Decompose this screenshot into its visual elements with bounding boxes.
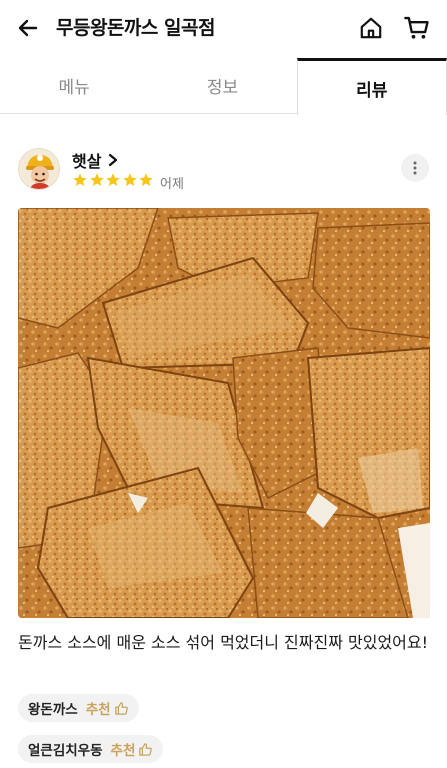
- tab-review[interactable]: 리뷰: [296, 58, 447, 115]
- home-icon: [360, 17, 382, 39]
- top-app-bar: 무등왕돈까스 일곡점: [0, 0, 447, 56]
- review-header: 햇살 어제: [18, 146, 430, 196]
- recommend-label: 추천: [111, 739, 154, 759]
- back-button[interactable]: [12, 12, 44, 44]
- character-avatar-icon: [19, 149, 59, 189]
- tab-info[interactable]: 정보: [148, 58, 296, 113]
- rating-stars: [72, 172, 155, 188]
- recommend-text: 추천: [85, 702, 111, 718]
- thumbs-up-icon: [139, 742, 153, 756]
- star-icon: [106, 173, 120, 186]
- more-vertical-icon: [413, 161, 417, 175]
- recommend-text: 추천: [110, 743, 136, 759]
- cart-icon: [404, 16, 429, 39]
- nickname-text: 햇살: [72, 152, 102, 171]
- review-text: 돈까스 소스에 매운 소스 섞어 먹었더니 진짜진짜 맛있었어요!: [18, 633, 429, 652]
- menu-chip-wangdonkkaseu[interactable]: 왕돈까스 추천: [18, 694, 139, 722]
- menu-name: 왕돈까스: [28, 702, 78, 718]
- tab-menu[interactable]: 메뉴: [0, 58, 148, 113]
- review-date: 어제: [160, 177, 184, 192]
- fried-pork-cutlet-photo: [18, 208, 430, 618]
- menu-chip-eolkeun-kimchi-udong[interactable]: 얼큰김치우동 추천: [18, 735, 164, 763]
- star-icon: [89, 173, 104, 186]
- more-options-button[interactable]: [401, 154, 429, 182]
- cart-button[interactable]: [400, 12, 434, 44]
- menu-name: 얼큰김치우동: [28, 743, 103, 759]
- star-icon: [122, 173, 137, 186]
- arrow-left-icon: [18, 19, 38, 37]
- thumbs-up-icon: [114, 701, 128, 715]
- recommend-label: 추천: [86, 698, 129, 718]
- review-photo[interactable]: [18, 208, 430, 618]
- store-tabs: 메뉴 정보 리뷰: [0, 58, 447, 115]
- chevron-right-icon: [109, 153, 118, 167]
- home-button[interactable]: [355, 12, 387, 44]
- avatar[interactable]: [18, 148, 60, 190]
- store-title: 무등왕돈까스 일곡점: [56, 17, 215, 39]
- star-icon: [73, 173, 87, 186]
- reviewer-nickname[interactable]: 햇살: [72, 148, 119, 172]
- star-icon: [139, 173, 153, 186]
